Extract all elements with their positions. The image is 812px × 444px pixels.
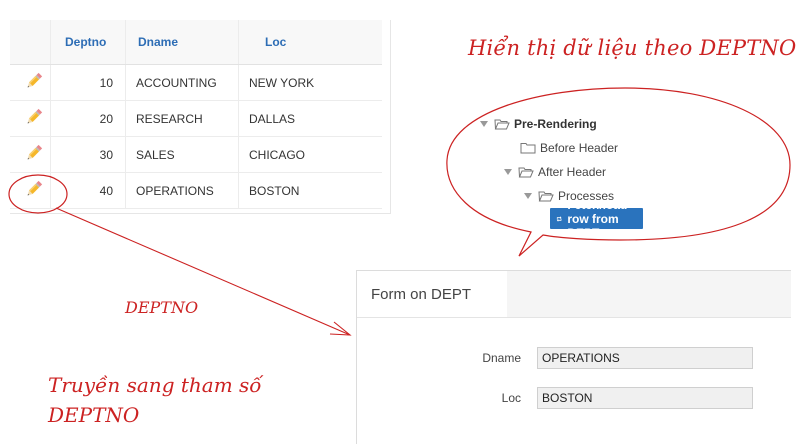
deptno-arrow-line <box>55 207 351 336</box>
deptno-arrow-head <box>329 321 352 336</box>
process-refresh-icon <box>556 215 562 222</box>
annotation-deptno: DEPTNO <box>125 298 199 317</box>
expand-triangle-icon[interactable] <box>504 169 512 175</box>
tree-node-label: Fetch/load row from DEPT <box>567 197 628 240</box>
annotation-pass-param: Truyền sang tham số DEPTNO <box>48 373 262 427</box>
tree-node-label: After Header <box>538 165 607 179</box>
loc-label: Loc <box>501 391 521 405</box>
folder-icon <box>520 143 536 154</box>
pencil-highlight-circle <box>8 174 68 214</box>
form-header-strip <box>507 271 791 317</box>
open-folder-icon <box>494 119 510 130</box>
form-title: Form on DEPT <box>371 285 472 303</box>
tree-node-label: Before Header <box>540 141 619 155</box>
annotation-display-by-deptno: Hiển thị dữ liệu theo DEPTNO <box>468 36 797 60</box>
open-folder-icon <box>518 167 534 178</box>
expand-triangle-icon[interactable] <box>480 121 488 127</box>
tree-node-label: Pre-Rendering <box>514 117 597 131</box>
tree-node-pre-rendering[interactable]: Pre-Rendering <box>480 114 597 134</box>
tree-node-after-header[interactable]: After Header <box>504 162 606 182</box>
loc-field-row: Loc <box>357 387 753 409</box>
expand-triangle-icon[interactable] <box>524 193 532 199</box>
tree-node-before-header[interactable]: Before Header <box>520 138 618 158</box>
dname-field-row: Dname <box>357 347 753 369</box>
dname-label: Dname <box>482 351 521 365</box>
tree-node-fetch-load-row[interactable]: Fetch/load row from DEPT <box>550 198 644 240</box>
dname-field[interactable] <box>537 347 753 369</box>
dept-form-region: Form on DEPT Dname Loc <box>356 270 791 444</box>
loc-field[interactable] <box>537 387 753 409</box>
open-folder-icon <box>538 191 554 202</box>
